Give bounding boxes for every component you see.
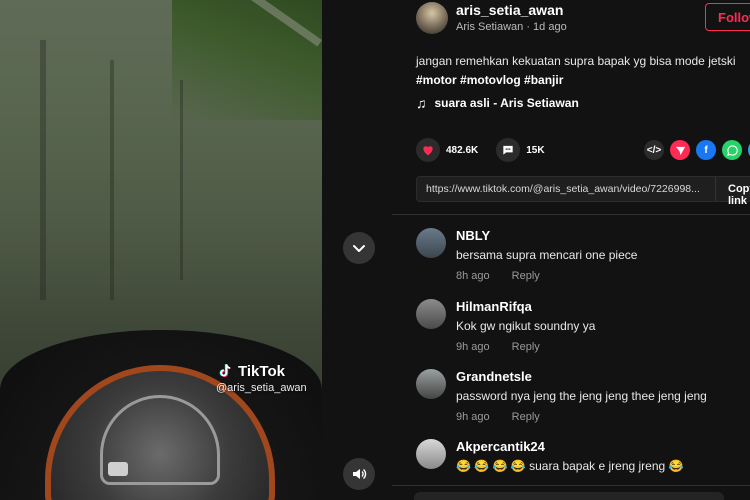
next-video-button[interactable] <box>343 232 375 264</box>
commenter-name[interactable]: Grandnetsle <box>456 369 532 384</box>
video-url: https://www.tiktok.com/@aris_setia_awan/… <box>426 183 700 195</box>
author-username[interactable]: aris_setia_awan <box>456 2 567 18</box>
follow-button[interactable]: Follow <box>705 3 750 31</box>
comment-item: NBLY bersama supra mencari one piece 8h … <box>416 228 750 288</box>
comment-item: Grandnetsle password nya jeng the jeng j… <box>416 369 750 429</box>
reply-button[interactable]: Reply <box>512 411 540 423</box>
commenter-avatar[interactable] <box>416 228 446 258</box>
music-note-icon: ♫ <box>416 95 427 111</box>
commenter-avatar[interactable] <box>416 299 446 329</box>
embed-icon[interactable]: </> <box>644 140 664 160</box>
facebook-icon[interactable]: f <box>696 140 716 160</box>
post-time: 1d ago <box>533 21 567 33</box>
honda-logo <box>108 462 128 476</box>
water-reflection <box>180 80 183 280</box>
whatsapp-icon[interactable] <box>722 140 742 160</box>
commenter-name[interactable]: NBLY <box>456 228 490 243</box>
comment-icon <box>503 145 513 155</box>
water-reflection <box>110 60 114 300</box>
share-icons: </> f › <box>644 140 750 160</box>
heart-icon <box>423 146 433 156</box>
reply-button[interactable]: Reply <box>512 270 540 282</box>
commenter-name[interactable]: HilmanRifqa <box>456 299 532 314</box>
chevron-down-icon <box>353 245 365 252</box>
subline-separator: · <box>523 21 534 33</box>
comment-time: 9h ago <box>456 411 490 423</box>
post-caption: jangan remehkan kekuatan supra bapak yg … <box>416 52 746 90</box>
like-button[interactable] <box>416 138 440 162</box>
comment-count: 15K <box>526 144 545 156</box>
comment-time: 8h ago <box>456 270 490 282</box>
watermark-brand: TikTok <box>238 362 285 380</box>
engagement-bar: 482.6K 15K <box>416 138 563 162</box>
comment-input[interactable] <box>414 492 724 500</box>
post-header: aris_setia_awan Aris Setiawan · 1d ago <box>416 2 567 34</box>
comment-text: bersama supra mencari one piece <box>456 248 638 262</box>
roadside-grass <box>172 0 322 120</box>
copy-link-button[interactable]: Copy link <box>715 177 750 207</box>
comment-time: 9h ago <box>456 341 490 353</box>
divider <box>392 214 750 215</box>
watermark-username: @aris_setia_awan <box>216 382 307 394</box>
comment-item: HilmanRifqa Kok gw ngikut soundny ya 9h … <box>416 299 750 359</box>
author-avatar[interactable] <box>416 2 448 34</box>
send-icon[interactable] <box>670 140 690 160</box>
details-panel: aris_setia_awan Aris Setiawan · 1d ago F… <box>392 0 750 500</box>
volume-button[interactable] <box>343 458 375 490</box>
comment-input-bar <box>392 485 750 500</box>
video-player[interactable]: TikTok @aris_setia_awan <box>0 0 322 500</box>
reply-button[interactable]: Reply <box>512 341 540 353</box>
comment-button[interactable] <box>496 138 521 162</box>
commenter-name[interactable]: Akpercantik24 <box>456 439 545 454</box>
sound-label: suara asli - Aris Setiawan <box>434 96 579 110</box>
comment-text: password nya jeng the jeng jeng thee jen… <box>456 389 707 403</box>
commenter-avatar[interactable] <box>416 369 446 399</box>
volume-icon <box>353 468 367 480</box>
sound-link[interactable]: ♫ suara asli - Aris Setiawan <box>416 95 579 111</box>
hashtag-link[interactable]: #banjir <box>524 73 563 87</box>
author-display-name: Aris Setiawan <box>456 21 524 33</box>
copy-link-bar: https://www.tiktok.com/@aris_setia_awan/… <box>416 176 750 207</box>
like-count: 482.6K <box>446 144 479 156</box>
caption-text: jangan remehkan kekuatan supra bapak yg … <box>416 54 736 68</box>
tiktok-watermark: TikTok @aris_setia_awan <box>216 362 307 395</box>
hashtag-link[interactable]: #motor <box>416 73 457 87</box>
commenter-avatar[interactable] <box>416 439 446 469</box>
hashtag-link[interactable]: #motovlog <box>460 73 521 87</box>
water-reflection <box>40 40 46 300</box>
comment-text: 😂 😂 😂 😂 suara bapak e jreng jreng 😂 <box>456 459 684 473</box>
tiktok-logo-icon <box>219 364 231 378</box>
author-subline: Aris Setiawan · 1d ago <box>456 21 567 33</box>
comment-text: Kok gw ngikut soundny ya <box>456 319 596 333</box>
